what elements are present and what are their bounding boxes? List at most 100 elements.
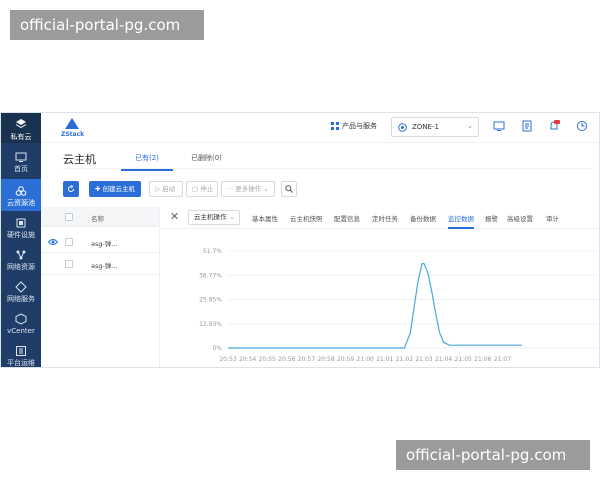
chevron-down-icon: ⌄ xyxy=(229,213,235,221)
table-row[interactable]: asg-弹... xyxy=(41,231,159,253)
tab-deleted[interactable]: 已删除(0) xyxy=(191,153,222,169)
tab-monitoring-data[interactable]: 监控数据 xyxy=(448,213,474,229)
products-services-label: 产品与服务 xyxy=(342,122,377,130)
create-vm-label: 创建云主机 xyxy=(102,185,136,193)
products-services-button[interactable]: 产品与服务 xyxy=(331,121,377,131)
x-tick-label: 20:53 xyxy=(219,356,236,363)
eye-icon[interactable] xyxy=(48,238,58,246)
sidebar-item-label: 首页 xyxy=(14,165,28,173)
sidebar-item-label: 硬件设施 xyxy=(7,231,35,239)
user-clock-icon[interactable] xyxy=(576,120,588,132)
monitor-icon[interactable] xyxy=(493,120,505,132)
chevron-down-icon: ⌄ xyxy=(467,122,473,130)
start-button[interactable]: ▷ 启动 xyxy=(149,181,183,197)
row-checkbox[interactable] xyxy=(65,238,73,246)
stop-button[interactable]: □ 停止 xyxy=(186,181,218,197)
tab-config-info[interactable]: 配置信息 xyxy=(334,213,360,223)
sidebar-item-hardware[interactable]: 硬件设施 xyxy=(1,211,41,243)
series-line xyxy=(228,262,522,349)
vcenter-icon xyxy=(15,313,27,325)
x-tick-label: 21:06 xyxy=(474,356,491,363)
sidebar-item-label: 云资源池 xyxy=(7,199,35,207)
y-tick-label: 12.93% xyxy=(199,321,222,328)
tab-vm-snapshots[interactable]: 云主机快照 xyxy=(290,213,323,223)
network-service-icon xyxy=(15,281,27,293)
detail-tab-bar: ✕ 云主机操作 ⌄ 基本属性 云主机快照 配置信息 定时任务 备份数据 监控数据 … xyxy=(160,207,599,229)
vm-name[interactable]: asg-弹... xyxy=(91,238,118,248)
tab-alarms[interactable]: 报警 xyxy=(485,213,498,223)
refresh-button[interactable] xyxy=(63,181,79,197)
sidebar-item-ops[interactable]: 平台运维 xyxy=(1,339,41,367)
ops-icon xyxy=(16,346,26,356)
y-tick-label: 0% xyxy=(212,345,222,352)
page-title: 云主机 xyxy=(63,153,96,166)
select-all-checkbox[interactable] xyxy=(65,213,73,221)
tab-advanced-settings[interactable]: 高级设置 xyxy=(507,213,533,223)
sidebar-item-vcenter[interactable]: vCenter xyxy=(1,307,41,339)
table-row[interactable]: asg-弹... xyxy=(41,253,159,275)
zone-value: ZONE-1 xyxy=(412,123,439,131)
vm-operations-label: 云主机操作 xyxy=(194,213,227,221)
close-icon[interactable]: ✕ xyxy=(170,211,179,223)
zstack-logo[interactable]: ZStack xyxy=(61,118,87,140)
sidebar-item-label: vCenter xyxy=(7,327,35,335)
tab-audit[interactable]: 审计 xyxy=(546,213,559,223)
plus-icon: ✚ xyxy=(95,185,101,193)
x-tick-label: 20:56 xyxy=(278,356,295,363)
y-tick-label: 51.7% xyxy=(203,248,222,255)
table-header: 名称 xyxy=(41,207,159,227)
x-tick-label: 20:57 xyxy=(298,356,315,363)
more-actions-button[interactable]: ··· 更多操作 ⌄ xyxy=(221,181,275,197)
sidebar-logo[interactable]: 私有云 xyxy=(1,113,41,143)
sidebar: 私有云 首页 云资源池 硬件设施 网络资源 网络服务 vCenter 平台运维 xyxy=(1,113,41,367)
hardware-icon xyxy=(16,218,26,228)
play-icon: ▷ xyxy=(155,185,160,193)
monitoring-chart: 51.7% 38.77% 25.85% 12.93% 0% 20:53 20:54 20:55… xyxy=(160,231,599,367)
x-tick-label: 20:59 xyxy=(337,356,354,363)
refresh-icon xyxy=(68,185,74,192)
brand-name: ZStack xyxy=(61,131,85,138)
create-vm-button[interactable]: ✚ 创建云主机 xyxy=(89,181,141,197)
tabs-divider xyxy=(63,168,593,169)
x-tick-label: 20:54 xyxy=(239,356,256,363)
column-header-name: 名称 xyxy=(91,215,104,223)
x-tick-label: 21:00 xyxy=(357,356,374,363)
sidebar-item-cloud-pool[interactable]: 云资源池 xyxy=(1,179,41,211)
sidebar-item-label: 平台运维 xyxy=(7,359,35,367)
document-icon[interactable] xyxy=(521,120,533,132)
notification-bell-icon[interactable] xyxy=(548,120,560,132)
sidebar-item-label: 网络服务 xyxy=(7,295,35,303)
x-tick-label: 21:01 xyxy=(376,356,393,363)
search-icon xyxy=(285,185,293,193)
layers-icon xyxy=(15,119,27,129)
zone-icon xyxy=(398,123,407,132)
x-tick-label: 21:02 xyxy=(396,356,413,363)
tab-basic-properties[interactable]: 基本属性 xyxy=(252,213,278,223)
vm-name[interactable]: asg-弹... xyxy=(91,260,118,270)
sidebar-item-network-resource[interactable]: 网络资源 xyxy=(1,243,41,275)
sidebar-item-label: 网络资源 xyxy=(7,263,35,271)
dashboard-icon xyxy=(15,152,27,162)
chevron-down-icon: ⌄ xyxy=(263,185,269,193)
tab-backup-data[interactable]: 备份数据 xyxy=(410,213,436,223)
x-tick-label: 21:03 xyxy=(415,356,432,363)
stop-label: 停止 xyxy=(200,185,214,193)
row-checkbox[interactable] xyxy=(65,260,73,268)
watermark-bottom: official-portal-pg.com xyxy=(396,440,590,470)
sidebar-item-network-service[interactable]: 网络服务 xyxy=(1,275,41,307)
network-resource-icon xyxy=(16,250,26,260)
watermark-top: official-portal-pg.com xyxy=(10,10,204,40)
x-tick-label: 21:05 xyxy=(455,356,472,363)
zone-select[interactable]: ZONE-1 ⌄ xyxy=(391,117,479,137)
vm-operations-select[interactable]: 云主机操作 ⌄ xyxy=(188,210,240,225)
x-tick-label: 21:07 xyxy=(494,356,511,363)
sidebar-item-home[interactable]: 首页 xyxy=(1,145,41,177)
search-button[interactable] xyxy=(281,181,297,197)
y-tick-label: 38.77% xyxy=(199,272,222,279)
more-actions-label: 更多操作 xyxy=(235,185,262,193)
ellipsis-icon: ··· xyxy=(227,185,234,193)
sidebar-logo-label: 私有云 xyxy=(10,133,32,141)
tab-scheduled-tasks[interactable]: 定时任务 xyxy=(372,213,398,223)
cloud-pool-icon xyxy=(15,186,27,196)
stop-icon: □ xyxy=(192,185,199,193)
